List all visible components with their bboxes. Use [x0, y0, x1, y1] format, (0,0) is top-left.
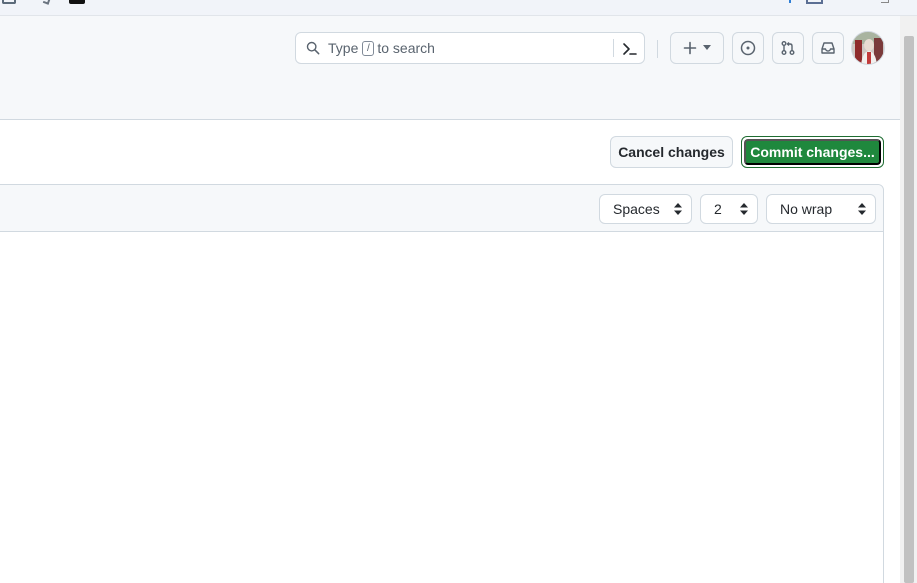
search-placeholder: Type / to search	[328, 40, 435, 56]
page-scrollbar-thumb[interactable]	[904, 36, 914, 583]
search-placeholder-suffix: to search	[377, 40, 435, 56]
line-wrap-value: No wrap	[780, 201, 833, 217]
bookmark-icon[interactable]	[881, 0, 889, 3]
search-shortcut-key: /	[362, 40, 375, 56]
git-pull-request-icon	[781, 41, 795, 55]
triangle-down-icon	[703, 45, 711, 50]
search-placeholder-prefix: Type	[328, 40, 359, 56]
commit-changes-button[interactable]: Commit changes...	[744, 139, 881, 165]
search-divider	[613, 39, 614, 57]
bookmark-icon[interactable]	[69, 0, 85, 4]
create-new-button[interactable]	[670, 32, 724, 64]
bookmark-icon[interactable]	[2, 0, 16, 4]
bookmark-icon[interactable]	[42, 0, 52, 5]
command-palette-icon	[623, 43, 637, 55]
inbox-icon	[821, 42, 835, 54]
code-editor-area[interactable]	[0, 233, 883, 583]
header-divider	[657, 40, 658, 58]
select-arrows-icon	[674, 203, 682, 215]
editor-toolbar: Spaces 2 No wrap	[0, 185, 883, 232]
user-avatar[interactable]	[851, 31, 885, 65]
issues-button[interactable]	[732, 32, 764, 64]
select-arrows-icon	[740, 203, 748, 215]
search-input[interactable]: Type / to search	[295, 32, 645, 64]
cancel-changes-button[interactable]: Cancel changes	[610, 136, 733, 168]
avatar-image	[852, 32, 884, 64]
inbox-button[interactable]	[812, 32, 844, 64]
indent-size-select[interactable]: 2	[700, 194, 758, 224]
indent-size-value: 2	[714, 201, 722, 217]
select-arrows-icon	[858, 203, 866, 215]
command-palette-button[interactable]	[619, 39, 641, 59]
plus-icon	[683, 41, 697, 55]
browser-bookmarks-bar	[0, 0, 917, 16]
line-wrap-select[interactable]: No wrap	[766, 194, 876, 224]
indent-mode-select[interactable]: Spaces	[599, 194, 692, 224]
bookmark-icon[interactable]	[789, 0, 791, 3]
pull-requests-button[interactable]	[772, 32, 804, 64]
issue-opened-icon	[740, 40, 756, 56]
search-icon	[306, 41, 320, 55]
bookmark-icon[interactable]	[806, 0, 823, 4]
file-editor: Spaces 2 No wrap	[0, 184, 884, 583]
app-header: Type / to search	[0, 16, 900, 120]
indent-mode-value: Spaces	[613, 201, 660, 217]
